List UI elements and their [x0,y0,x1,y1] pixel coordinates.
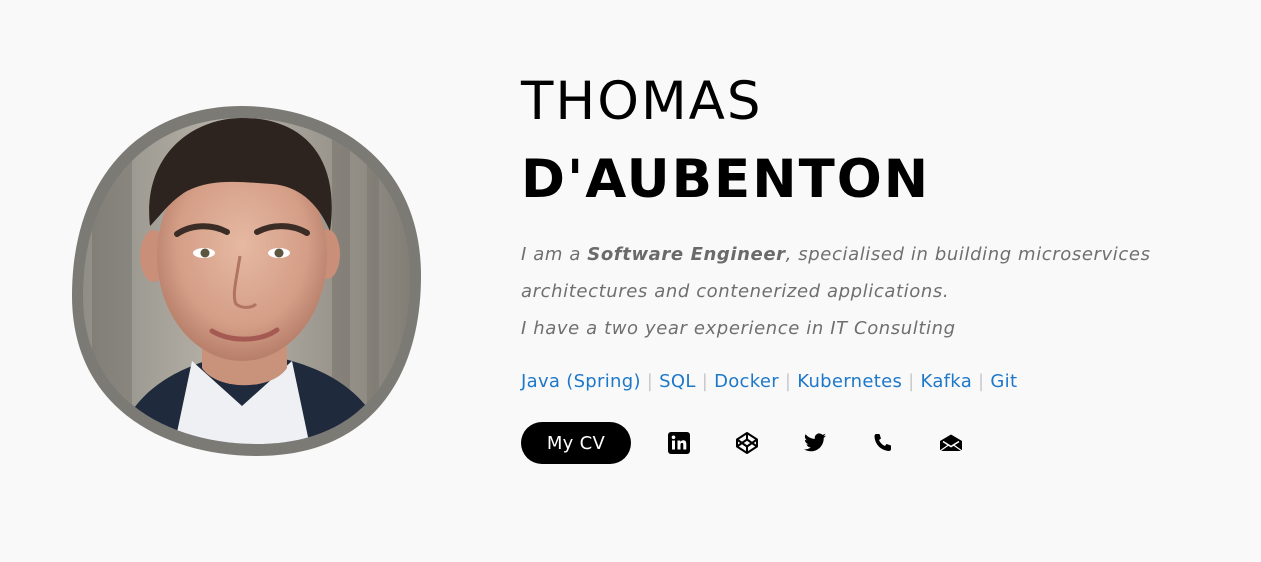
skills-separator: | [978,371,985,392]
hero-section: THOMAS D'AUBENTON I am a Software Engine… [0,0,1261,562]
envelope-icon [939,434,963,452]
first-name-heading: THOMAS [521,71,763,132]
codepen-icon [736,432,758,454]
linkedin-link[interactable] [667,431,691,455]
profile-photo [72,106,421,456]
intro-experience: I have a two year experience in IT Consu… [521,318,956,339]
last-name-heading: D'AUBENTON [521,149,931,210]
my-cv-button[interactable]: My CV [521,422,631,464]
skills-list: Java (Spring) | SQL | Docker | Kubernetes | Kafk… [521,368,1241,396]
social-links [667,431,1007,455]
actions-row: My CV [521,422,1241,464]
skill-link-kafka[interactable]: Kafka [921,371,973,392]
skill-link-docker[interactable]: Docker [714,371,779,392]
skills-separator: | [784,371,792,392]
skill-link-kubernetes[interactable]: Kubernetes [797,371,902,392]
skill-link-java[interactable]: Java (Spring) [521,371,641,392]
skill-link-git[interactable]: Git [990,371,1017,392]
codepen-link[interactable] [735,431,759,455]
intro-text: I am a Software Engineer, specialised in… [521,236,1221,347]
linkedin-icon [668,432,690,454]
twitter-link[interactable] [803,431,827,455]
phone-link[interactable] [871,431,895,455]
avatar [72,106,421,456]
skills-separator: | [646,371,654,392]
email-link[interactable] [939,431,963,455]
skill-link-sql[interactable]: SQL [659,371,696,392]
profile-content: THOMAS D'AUBENTON I am a Software Engine… [521,72,1241,464]
skills-separator: | [908,371,915,392]
skills-separator: | [701,371,709,392]
intro-role: Software Engineer [587,244,786,265]
twitter-icon [804,433,826,452]
phone-icon [874,434,891,451]
intro-prefix: I am a [521,244,588,265]
